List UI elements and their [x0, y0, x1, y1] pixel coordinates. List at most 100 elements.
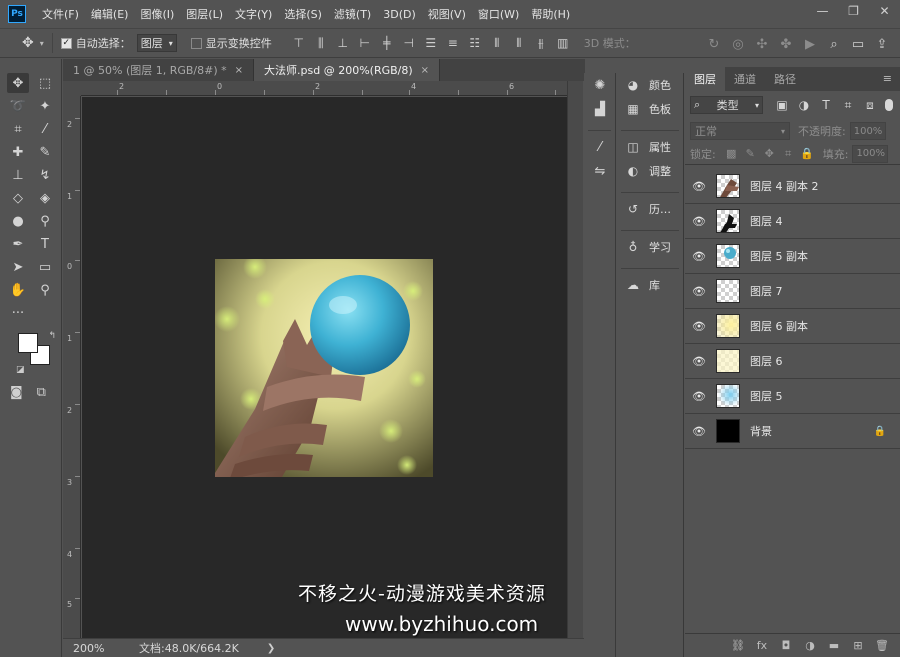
- canvas-scroll-strip[interactable]: [567, 81, 583, 657]
- delete-layer-icon[interactable]: 🗑: [870, 639, 894, 652]
- tool-presets-icon[interactable]: ⇋: [584, 159, 616, 183]
- dodge-tool-icon[interactable]: ⚲: [34, 211, 56, 231]
- brush-settings-icon[interactable]: ✺: [584, 73, 616, 97]
- move-tool-icon[interactable]: ✥: [7, 73, 29, 93]
- distribute-right-icon[interactable]: ⫵: [530, 36, 552, 51]
- filter-pixel-icon[interactable]: ▣: [771, 98, 793, 113]
- filter-adjustment-icon[interactable]: ◑: [793, 98, 815, 113]
- zoom-level-field[interactable]: 200%: [63, 640, 115, 657]
- hand-tool-icon[interactable]: ✋: [7, 280, 29, 300]
- lock-position-icon[interactable]: ✥: [760, 147, 779, 161]
- brushes-icon[interactable]: ⁄: [584, 135, 616, 159]
- layer-row[interactable]: 👁 背景 🔒: [685, 414, 900, 449]
- blur-tool-icon[interactable]: ●: [7, 211, 29, 231]
- quick-mask-icon[interactable]: ◙: [10, 385, 23, 400]
- lock-icon[interactable]: 🔒: [874, 426, 886, 437]
- menu-filter[interactable]: 滤镜(T): [334, 6, 371, 22]
- visibility-eye-icon[interactable]: 👁: [685, 180, 713, 193]
- visibility-eye-icon[interactable]: 👁: [685, 355, 713, 368]
- align-left-icon[interactable]: ⊢: [354, 36, 376, 51]
- layer-row[interactable]: 👁 图层 4: [685, 204, 900, 239]
- align-hcenter-icon[interactable]: ╪: [376, 36, 398, 51]
- search-icon[interactable]: ⌕: [822, 37, 846, 52]
- 3d-camera-icon[interactable]: ▶: [798, 37, 822, 52]
- ruler-corner[interactable]: [63, 81, 81, 96]
- crop-tool-icon[interactable]: ⌗: [7, 119, 29, 139]
- menu-file[interactable]: 文件(F): [42, 6, 79, 22]
- auto-select-checkbox[interactable]: ✓: [60, 37, 72, 49]
- tab-document-1[interactable]: 1 @ 50% (图层 1, RGB/8#) * ×: [63, 59, 255, 81]
- blend-mode-dropdown[interactable]: 正常 ▾: [690, 122, 790, 140]
- magic-wand-tool-icon[interactable]: ✦: [34, 96, 56, 116]
- history-brush-tool-icon[interactable]: ↯: [34, 165, 56, 185]
- opacity-field[interactable]: 100%: [849, 122, 886, 140]
- foreground-color-swatch[interactable]: [18, 333, 38, 353]
- 3d-slide-icon[interactable]: ✤: [774, 37, 798, 52]
- panel-properties[interactable]: ◫ 属性: [617, 135, 683, 159]
- distribute-bottom-icon[interactable]: ☷: [464, 36, 486, 51]
- show-transform-checkbox[interactable]: [190, 37, 202, 49]
- zoom-tool-icon[interactable]: ⚲: [34, 280, 56, 300]
- layer-filter-dropdown[interactable]: ⌕ 类型 ▾: [690, 96, 763, 114]
- lock-image-icon[interactable]: ✎: [741, 147, 760, 161]
- document-artwork[interactable]: [215, 259, 433, 477]
- tab-close-icon[interactable]: ×: [421, 65, 429, 76]
- menu-image[interactable]: 图像(I): [140, 6, 174, 22]
- layer-style-icon[interactable]: fx: [750, 639, 774, 652]
- screen-mode-icon[interactable]: ⧉: [37, 385, 46, 400]
- 3d-orbit-icon[interactable]: ↻: [702, 37, 726, 52]
- layer-row[interactable]: 👁 图层 7: [685, 274, 900, 309]
- move-tool-icon[interactable]: ✥: [22, 35, 34, 51]
- fill-field[interactable]: 100%: [852, 144, 889, 163]
- tab-document-mage[interactable]: 大法师.psd @ 200%(RGB/8) ×: [254, 59, 441, 81]
- pen-tool-icon[interactable]: ✒: [7, 234, 29, 254]
- canvas-workspace[interactable]: [82, 97, 567, 638]
- panel-history[interactable]: ↺ 历…: [617, 197, 683, 221]
- workspace-icon[interactable]: ▭: [846, 37, 870, 52]
- clone-stamp-tool-icon[interactable]: ⊥: [7, 165, 29, 185]
- align-vcenter-icon[interactable]: ⫼: [310, 36, 332, 51]
- minimize-button[interactable]: —: [807, 0, 838, 22]
- panel-learn[interactable]: ♁ 学习: [617, 235, 683, 259]
- distribute-vcenter-icon[interactable]: ≡: [442, 36, 464, 51]
- panel-menu-icon[interactable]: ≡: [883, 72, 892, 85]
- layer-row[interactable]: 👁 图层 6 副本: [685, 309, 900, 344]
- filter-shape-icon[interactable]: ⌗: [837, 98, 859, 113]
- 3d-pan-icon[interactable]: ✣: [750, 37, 774, 52]
- lasso-tool-icon[interactable]: ➰: [7, 96, 29, 116]
- link-layers-icon[interactable]: ⛓: [726, 639, 750, 652]
- align-top-icon[interactable]: ⊤: [288, 36, 310, 51]
- status-menu-arrow-icon[interactable]: ❯: [267, 643, 275, 654]
- panel-adjustments[interactable]: ◐ 调整: [617, 159, 683, 183]
- tool-preset-chevron-icon[interactable]: ▾: [40, 39, 44, 48]
- visibility-eye-icon[interactable]: 👁: [685, 390, 713, 403]
- rectangle-tool-icon[interactable]: ▭: [34, 257, 56, 277]
- toolbar-grip[interactable]: [0, 59, 61, 73]
- visibility-eye-icon[interactable]: 👁: [685, 425, 713, 438]
- visibility-eye-icon[interactable]: 👁: [685, 320, 713, 333]
- layer-row[interactable]: 👁 图层 4 副本 2: [685, 169, 900, 204]
- brush-tool-icon[interactable]: ✎: [34, 142, 56, 162]
- paint-bucket-tool-icon[interactable]: ◈: [34, 188, 56, 208]
- visibility-eye-icon[interactable]: 👁: [685, 250, 713, 263]
- lock-artboard-icon[interactable]: ⌗: [779, 147, 798, 161]
- menu-help[interactable]: 帮助(H): [531, 6, 570, 22]
- align-bottom-icon[interactable]: ⊥: [332, 36, 354, 51]
- close-window-button[interactable]: ✕: [869, 0, 900, 22]
- share-icon[interactable]: ⇪: [870, 37, 894, 52]
- marquee-tool-icon[interactable]: ⬚: [34, 73, 56, 93]
- menu-layer[interactable]: 图层(L): [186, 6, 223, 22]
- panel-color[interactable]: ◕ 颜色: [617, 73, 683, 97]
- auto-select-dropdown[interactable]: 图层 ▾: [136, 34, 177, 52]
- lock-all-icon[interactable]: 🔒: [798, 147, 817, 161]
- default-colors-icon[interactable]: ◪: [16, 365, 25, 375]
- menu-view[interactable]: 视图(V): [428, 6, 466, 22]
- menu-3d[interactable]: 3D(D): [383, 8, 416, 21]
- histogram-icon[interactable]: ▟: [584, 97, 616, 121]
- eraser-tool-icon[interactable]: ◇: [7, 188, 29, 208]
- healing-brush-tool-icon[interactable]: ✚: [7, 142, 29, 162]
- panel-swatches[interactable]: ▦ 色板: [617, 97, 683, 121]
- path-select-tool-icon[interactable]: ➤: [7, 257, 29, 277]
- restore-button[interactable]: ❐: [838, 0, 869, 22]
- ruler-vertical[interactable]: 2 1 0 1 2 3 4 5: [63, 96, 81, 638]
